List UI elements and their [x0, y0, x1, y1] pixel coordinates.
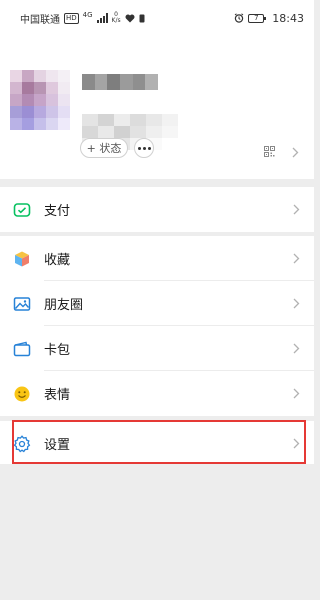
- menu-label-settings: 设置: [44, 438, 71, 453]
- speed-unit: K/s: [111, 17, 121, 24]
- chevron-right-icon: [293, 298, 300, 309]
- status-bar: 中国联通 HD 4G 0 K/s 7 18:43: [0, 0, 314, 36]
- moments-icon: [13, 295, 31, 313]
- favorites-icon: [13, 250, 31, 268]
- battery-level: 7: [254, 13, 259, 22]
- network-speed: 0 K/s: [112, 12, 121, 24]
- chevron-right-icon: [293, 343, 300, 354]
- settings-icon: [13, 434, 31, 453]
- chevron-right-icon: [293, 253, 300, 264]
- chevron-right-icon: [293, 438, 300, 449]
- menu-item-pay[interactable]: 支付: [0, 187, 314, 232]
- menu-label-stickers: 表情: [44, 388, 71, 403]
- menu-item-stickers[interactable]: 表情: [0, 371, 314, 416]
- chevron-right-icon: [293, 204, 300, 215]
- menu-label-card-wallet: 卡包: [44, 343, 71, 358]
- menu-item-favorites[interactable]: 收藏: [0, 236, 314, 281]
- signal-icon: [96, 13, 108, 23]
- heart-icon: [125, 14, 135, 22]
- battery-icon: 7: [248, 13, 267, 23]
- hd-icon: HD: [64, 12, 79, 24]
- network-type: 4G: [82, 10, 93, 19]
- empty-background: [0, 464, 314, 600]
- chevron-right-icon: [293, 388, 300, 399]
- qr-code-icon[interactable]: [264, 146, 275, 157]
- carrier-label: 中国联通: [20, 14, 60, 26]
- nickname-blurred: [82, 74, 159, 90]
- alarm-icon: [234, 13, 244, 23]
- status-right: 7 18:43: [234, 12, 304, 25]
- more-button[interactable]: [134, 138, 154, 158]
- profile-header[interactable]: [0, 36, 314, 179]
- status-left: 中国联通 HD 4G 0 K/s: [20, 11, 145, 26]
- ellipsis-icon: [137, 146, 141, 150]
- menu-item-moments[interactable]: 朋友圈: [0, 281, 314, 326]
- sim-icon: [139, 14, 145, 22]
- menu-item-card-wallet[interactable]: 卡包: [0, 326, 314, 371]
- pay-icon: [13, 201, 31, 219]
- menu-label-favorites: 收藏: [44, 253, 71, 268]
- avatar[interactable]: [10, 70, 70, 130]
- add-status-button[interactable]: + 状态: [80, 138, 128, 158]
- card-wallet-icon: [13, 340, 31, 358]
- clock: 18:43: [272, 11, 304, 25]
- add-status-label: + 状态: [86, 142, 122, 155]
- menu-item-settings[interactable]: 设置: [0, 421, 314, 466]
- menu-label-pay: 支付: [44, 204, 71, 219]
- menu-label-moments: 朋友圈: [44, 298, 84, 313]
- sticker-icon: [13, 385, 31, 403]
- chevron-right-icon: [292, 147, 299, 158]
- section-gap: [0, 179, 314, 187]
